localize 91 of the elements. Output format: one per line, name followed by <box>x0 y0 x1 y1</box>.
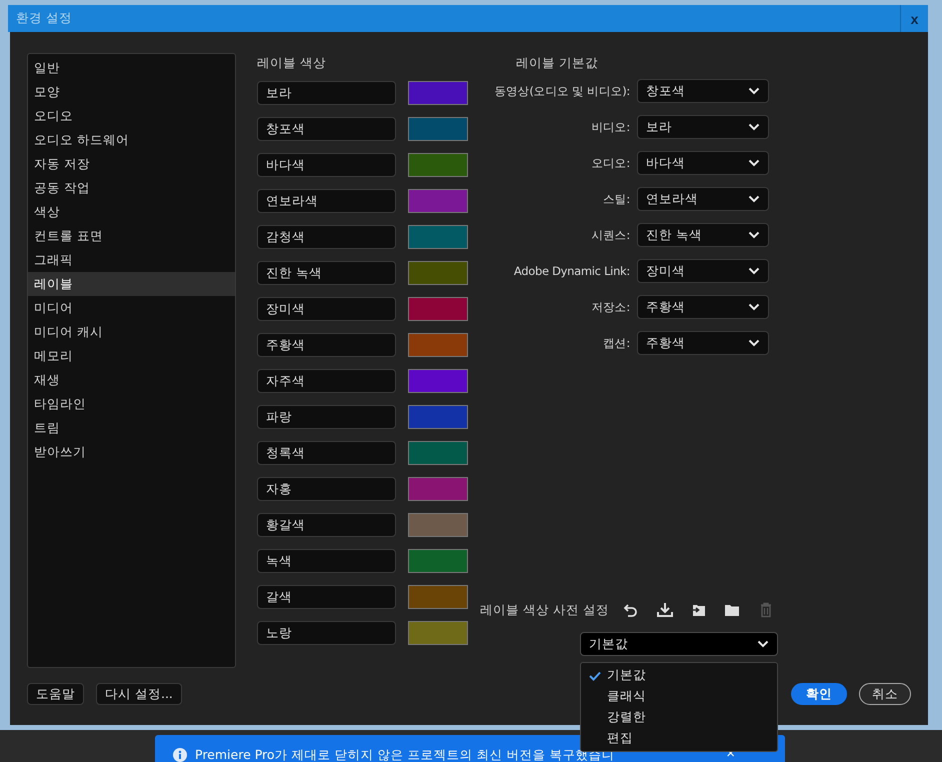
color-dropdown[interactable]: 장미색 <box>637 259 769 283</box>
color-swatch[interactable] <box>408 477 468 501</box>
sidebar-item[interactable]: 재생 <box>28 368 235 392</box>
sidebar-item[interactable]: 타임라인 <box>28 392 235 416</box>
color-swatch[interactable] <box>408 549 468 573</box>
label-name-field[interactable]: 자홍 <box>257 477 396 501</box>
color-swatch[interactable] <box>408 513 468 537</box>
color-dropdown[interactable]: 창포색 <box>637 79 769 103</box>
field-label: Adobe Dynamic Link: <box>512 263 630 279</box>
label-name-field[interactable]: 진한 녹색 <box>257 261 396 285</box>
folder-icon <box>724 602 740 618</box>
chevron-down-icon <box>748 303 760 311</box>
sidebar-item[interactable]: 모양 <box>28 80 235 104</box>
color-dropdown[interactable]: 진한 녹색 <box>637 223 769 247</box>
label-name-field[interactable]: 창포색 <box>257 117 396 141</box>
color-swatch[interactable] <box>408 585 468 609</box>
sidebar-item[interactable]: 공동 작업 <box>28 176 235 200</box>
label-name-field[interactable]: 감청색 <box>257 225 396 249</box>
label-name-field[interactable]: 바다색 <box>257 153 396 177</box>
color-dropdown[interactable]: 보라 <box>637 115 769 139</box>
chevron-down-icon <box>748 87 760 95</box>
label-name-field[interactable]: 보라 <box>257 81 396 105</box>
sidebar-item[interactable]: 미디어 캐시 <box>28 320 235 344</box>
sidebar-item[interactable]: 색상 <box>28 200 235 224</box>
chevron-down-icon <box>757 640 769 648</box>
color-swatch[interactable] <box>408 369 468 393</box>
field-label: 시퀀스: <box>590 227 630 243</box>
color-swatch[interactable] <box>408 261 468 285</box>
field-label: 스틸: <box>602 191 630 207</box>
footer-button[interactable]: 도움말 <box>27 683 84 705</box>
menu-item[interactable]: 클래식 <box>581 686 777 707</box>
chevron-down-icon <box>748 123 760 131</box>
color-swatch[interactable] <box>408 441 468 465</box>
preset-label: 레이블 색상 사전 설정 <box>480 602 609 618</box>
sidebar-item[interactable]: 컨트롤 표면 <box>28 224 235 248</box>
label-name-field[interactable]: 연보라색 <box>257 189 396 213</box>
label-name-field[interactable]: 청록색 <box>257 441 396 465</box>
color-dropdown[interactable]: 연보라색 <box>637 187 769 211</box>
sidebar-item[interactable]: 미디어 <box>28 296 235 320</box>
sidebar-item[interactable]: 레이블 <box>28 272 235 296</box>
sidebar-item[interactable]: 트림 <box>28 416 235 440</box>
section-heading: 레이블 기본값 <box>516 55 599 72</box>
color-swatch[interactable] <box>408 297 468 321</box>
menu-item[interactable]: 기본값 <box>581 665 777 686</box>
color-swatch[interactable] <box>408 153 468 177</box>
color-dropdown[interactable]: 주황색 <box>637 331 769 355</box>
download-icon <box>656 602 673 618</box>
field-label: 동영상(오디오 및 비디오): <box>493 83 630 99</box>
sidebar-item[interactable]: 오디오 <box>28 104 235 128</box>
field-label: 저장소: <box>590 299 630 315</box>
label-name-field[interactable]: 녹색 <box>257 549 396 573</box>
label-name-field[interactable]: 갈색 <box>257 585 396 609</box>
field-label: 오디오: <box>590 155 630 171</box>
checkmark-icon <box>589 670 601 680</box>
field-label: 비디오: <box>590 119 630 135</box>
sidebar-item[interactable]: 그래픽 <box>28 248 235 272</box>
label-name-field[interactable]: 자주색 <box>257 369 396 393</box>
chevron-down-icon <box>748 231 760 239</box>
label-name-field[interactable]: 노랑 <box>257 621 396 645</box>
chevron-down-icon <box>748 159 760 167</box>
color-swatch[interactable] <box>408 189 468 213</box>
sidebar-item[interactable]: 자동 저장 <box>28 152 235 176</box>
color-swatch[interactable] <box>408 333 468 357</box>
label-name-field[interactable]: 장미색 <box>257 297 396 321</box>
label-name-field[interactable]: 황갈색 <box>257 513 396 537</box>
sidebar-item[interactable]: 일반 <box>28 56 235 80</box>
color-swatch[interactable] <box>408 225 468 249</box>
label-name-field[interactable]: 파랑 <box>257 405 396 429</box>
sidebar-item[interactable]: 오디오 하드웨어 <box>28 128 235 152</box>
footer-button[interactable]: 다시 설정... <box>96 683 182 705</box>
sidebar-item[interactable]: 받아쓰기 <box>28 440 235 464</box>
menu-item[interactable]: 강렬한 <box>581 707 777 728</box>
color-dropdown[interactable]: 바다색 <box>637 151 769 175</box>
chevron-down-icon <box>748 267 760 275</box>
undo-icon <box>622 602 639 618</box>
sidebar-item[interactable]: 메모리 <box>28 344 235 368</box>
folder-arrow-icon <box>690 602 706 618</box>
chevron-down-icon <box>748 195 760 203</box>
color-swatch[interactable] <box>408 117 468 141</box>
section-heading: 레이블 색상 <box>257 55 326 72</box>
label-name-field[interactable]: 주황색 <box>257 333 396 357</box>
chevron-down-icon <box>748 339 760 347</box>
window-title: 환경 설정 <box>15 10 72 27</box>
field-label: 캡션: <box>602 335 630 351</box>
color-swatch[interactable] <box>408 621 468 645</box>
cancel-button[interactable]: 취소 <box>859 683 911 705</box>
color-swatch[interactable] <box>408 405 468 429</box>
ok-button[interactable]: 확인 <box>791 683 847 705</box>
menu-item[interactable]: 편집 <box>581 728 777 749</box>
color-dropdown[interactable]: 주황색 <box>637 295 769 319</box>
color-swatch[interactable] <box>408 81 468 105</box>
